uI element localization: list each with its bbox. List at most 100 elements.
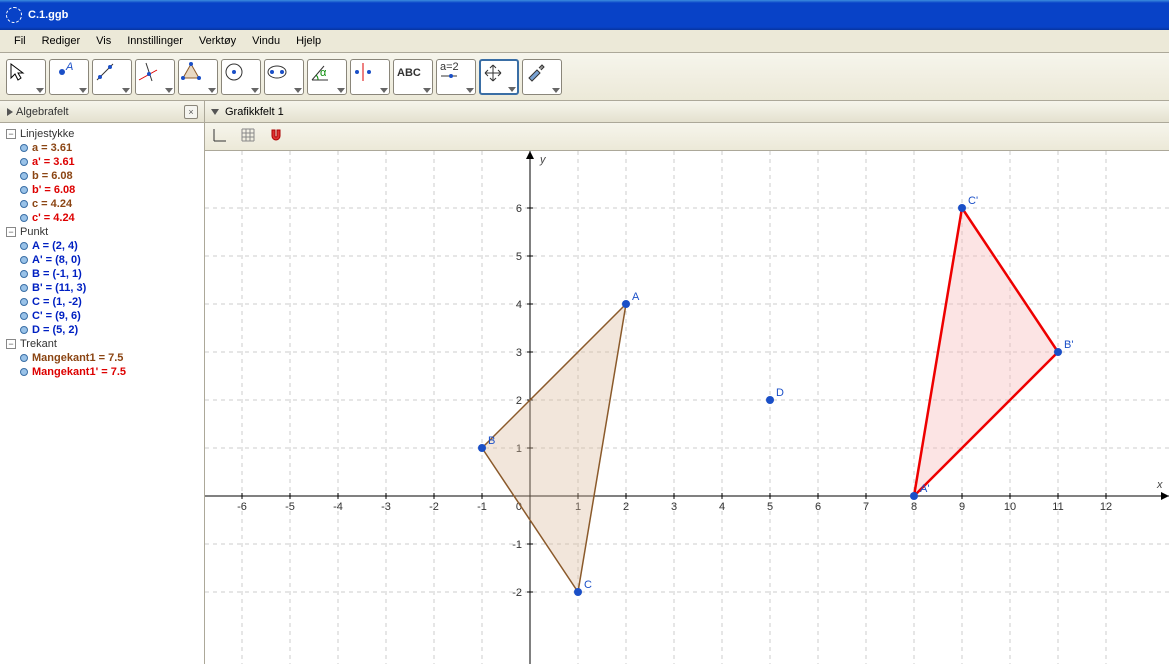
svg-text:12: 12 [1100,501,1112,513]
category-label: Punkt [20,226,48,238]
graphics-header: Grafikkfelt 1 [205,101,1169,123]
grid-toggle[interactable] [239,126,263,148]
menu-fil[interactable]: Fil [6,33,34,49]
svg-text:-3: -3 [381,501,391,513]
tree-item[interactable]: c' = 4.24 [4,211,200,225]
algebra-tree: −Linjestykkea = 3.61a' = 3.61b = 6.08b' … [0,123,204,664]
visibility-bullet[interactable] [20,158,28,166]
svg-text:3: 3 [516,347,522,359]
category-label: Linjestykke [20,128,74,140]
svg-text:ABC: ABC [397,67,421,79]
svg-text:4: 4 [719,501,725,513]
visibility-bullet[interactable] [20,326,28,334]
expand-icon[interactable]: − [6,129,16,139]
tree-item[interactable]: a' = 3.61 [4,155,200,169]
category-label: Trekant [20,338,57,350]
visibility-bullet[interactable] [20,200,28,208]
graphics-collapse-icon[interactable] [211,109,219,115]
tree-item[interactable]: A = (2, 4) [4,239,200,253]
algebra-panel: Algebrafelt × −Linjestykkea = 3.61a' = 3… [0,101,205,664]
tool-perpendicular[interactable] [135,59,175,95]
tree-item[interactable]: C' = (9, 6) [4,309,200,323]
menu-hjelp[interactable]: Hjelp [288,33,329,49]
menu-verktoy[interactable]: Verktøy [191,33,244,49]
visibility-bullet[interactable] [20,144,28,152]
menubar: Fil Rediger Vis Innstillinger Verktøy Vi… [0,30,1169,53]
tree-item-label: A = (2, 4) [32,240,78,252]
tree-item-label: A' = (8, 0) [32,254,81,266]
visibility-bullet[interactable] [20,354,28,362]
tree-category[interactable]: −Trekant [4,337,200,351]
visibility-bullet[interactable] [20,172,28,180]
svg-text:B': B' [1064,339,1073,351]
svg-text:11: 11 [1052,501,1063,513]
visibility-bullet[interactable] [20,312,28,320]
menu-rediger[interactable]: Rediger [34,33,89,49]
tree-item[interactable]: a = 3.61 [4,141,200,155]
svg-text:9: 9 [959,501,965,513]
tree-item[interactable]: D = (5, 2) [4,323,200,337]
tree-item-label: b' = 6.08 [32,184,75,196]
tree-item-label: c = 4.24 [32,198,72,210]
graphics-title: Grafikkfelt 1 [225,106,284,118]
tool-reflect[interactable] [350,59,390,95]
tree-category[interactable]: −Punkt [4,225,200,239]
svg-text:2: 2 [516,395,522,407]
main-area: Algebrafelt × −Linjestykkea = 3.61a' = 3… [0,101,1169,664]
tree-item-label: c' = 4.24 [32,212,75,224]
tool-angle[interactable]: α [307,59,347,95]
menu-innstillinger[interactable]: Innstillinger [119,33,191,49]
plot-svg: -6-5-4-3-2-1123456789101112-2-11234560xy… [205,151,1169,664]
svg-text:D: D [776,387,784,399]
visibility-bullet[interactable] [20,214,28,222]
tree-item[interactable]: B' = (11, 3) [4,281,200,295]
visibility-bullet[interactable] [20,368,28,376]
visibility-bullet[interactable] [20,298,28,306]
magnet-icon[interactable] [267,126,291,148]
collapse-icon[interactable] [7,108,13,116]
graphics-canvas[interactable]: -6-5-4-3-2-1123456789101112-2-11234560xy… [205,151,1169,664]
graphics-panel: Grafikkfelt 1 -6-5-4-3-2-112345678910111… [205,101,1169,664]
svg-text:A: A [65,61,73,73]
tree-item[interactable]: Mangekant1 = 7.5 [4,351,200,365]
tree-item[interactable]: b = 6.08 [4,169,200,183]
svg-text:-6: -6 [237,501,247,513]
tree-item[interactable]: A' = (8, 0) [4,253,200,267]
axes-toggle[interactable] [211,126,235,148]
tree-item-label: b = 6.08 [32,170,73,182]
svg-text:-2: -2 [512,587,522,599]
visibility-bullet[interactable] [20,270,28,278]
tree-item[interactable]: Mangekant1' = 7.5 [4,365,200,379]
tool-move-view[interactable] [479,59,519,95]
tree-item[interactable]: c = 4.24 [4,197,200,211]
close-panel-icon[interactable]: × [184,105,198,119]
tree-category[interactable]: −Linjestykke [4,127,200,141]
tool-ellipse[interactable] [264,59,304,95]
tool-point[interactable]: A [49,59,89,95]
menu-vindu[interactable]: Vindu [244,33,288,49]
tool-circle[interactable] [221,59,261,95]
svg-text:C': C' [968,195,978,207]
expand-icon[interactable]: − [6,227,16,237]
visibility-bullet[interactable] [20,242,28,250]
svg-text:3: 3 [671,501,677,513]
tool-settings[interactable] [522,59,562,95]
menu-vis[interactable]: Vis [88,33,119,49]
visibility-bullet[interactable] [20,256,28,264]
tool-line[interactable] [92,59,132,95]
tool-text[interactable]: ABC [393,59,433,95]
svg-text:6: 6 [815,501,821,513]
window-titlebar: C.1.ggb [0,0,1169,30]
visibility-bullet[interactable] [20,284,28,292]
expand-icon[interactable]: − [6,339,16,349]
tool-move[interactable] [6,59,46,95]
visibility-bullet[interactable] [20,186,28,194]
tree-item-label: C = (1, -2) [32,296,82,308]
tree-item[interactable]: B = (-1, 1) [4,267,200,281]
svg-text:-1: -1 [477,501,487,513]
tree-item[interactable]: b' = 6.08 [4,183,200,197]
tool-polygon[interactable] [178,59,218,95]
svg-text:5: 5 [516,251,522,263]
tool-slider[interactable]: a=2 [436,59,476,95]
tree-item[interactable]: C = (1, -2) [4,295,200,309]
